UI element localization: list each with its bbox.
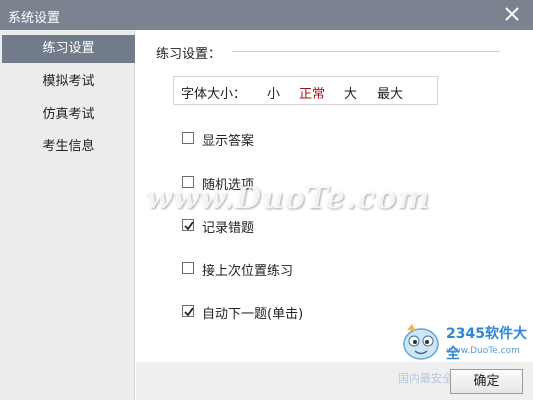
checkbox-label: 接上次位置练习 (202, 264, 294, 279)
site-logo-watermark: 2345软件大全 www.DuoTe.com (398, 320, 528, 365)
font-size-label: 字体大小： (181, 87, 247, 102)
checkbox-box[interactable] (182, 132, 194, 144)
sidebar-item-candidate-info[interactable]: 考生信息 (2, 133, 135, 161)
ok-button[interactable]: 确定 (450, 369, 523, 394)
section-title: 练习设置： (156, 47, 222, 62)
checkbox-box[interactable] (182, 262, 194, 274)
checkbox-box[interactable] (182, 219, 194, 231)
section-divider (232, 51, 500, 52)
sidebar-item-mock-exam[interactable]: 模拟考试 (2, 68, 135, 96)
font-size-option-normal[interactable]: 正常 (299, 83, 325, 102)
window-title: 系统设置 (8, 11, 61, 26)
title-bar: 系统设置 (0, 0, 533, 30)
checkbox-label: 显示答案 (202, 134, 255, 149)
sidebar: 练习设置 模拟考试 仿真考试 考生信息 (0, 30, 135, 400)
font-size-selector: 字体大小： 小 正常 大 最大 (173, 76, 438, 105)
checkbox-box[interactable] (182, 305, 194, 317)
duote-watermark: www.DuoTe.com (146, 181, 431, 216)
mascot-icon (403, 324, 439, 360)
sidebar-item-simulation-exam[interactable]: 仿真考试 (2, 101, 135, 129)
close-icon[interactable] (501, 2, 523, 26)
checkmark-icon (184, 221, 194, 231)
brand-text: 2345软件大全 (446, 326, 527, 362)
checkbox-label: 记录错题 (202, 221, 255, 236)
font-size-option-largest[interactable]: 最大 (377, 83, 403, 102)
checkmark-icon (184, 307, 194, 317)
sidebar-item-practice-settings[interactable]: 练习设置 (2, 35, 135, 63)
font-size-option-small[interactable]: 小 (267, 83, 280, 102)
checkbox-label: 自动下一题(单击) (202, 307, 304, 322)
brand-url: www.DuoTe.com (446, 346, 520, 356)
font-size-option-large[interactable]: 大 (344, 83, 357, 102)
